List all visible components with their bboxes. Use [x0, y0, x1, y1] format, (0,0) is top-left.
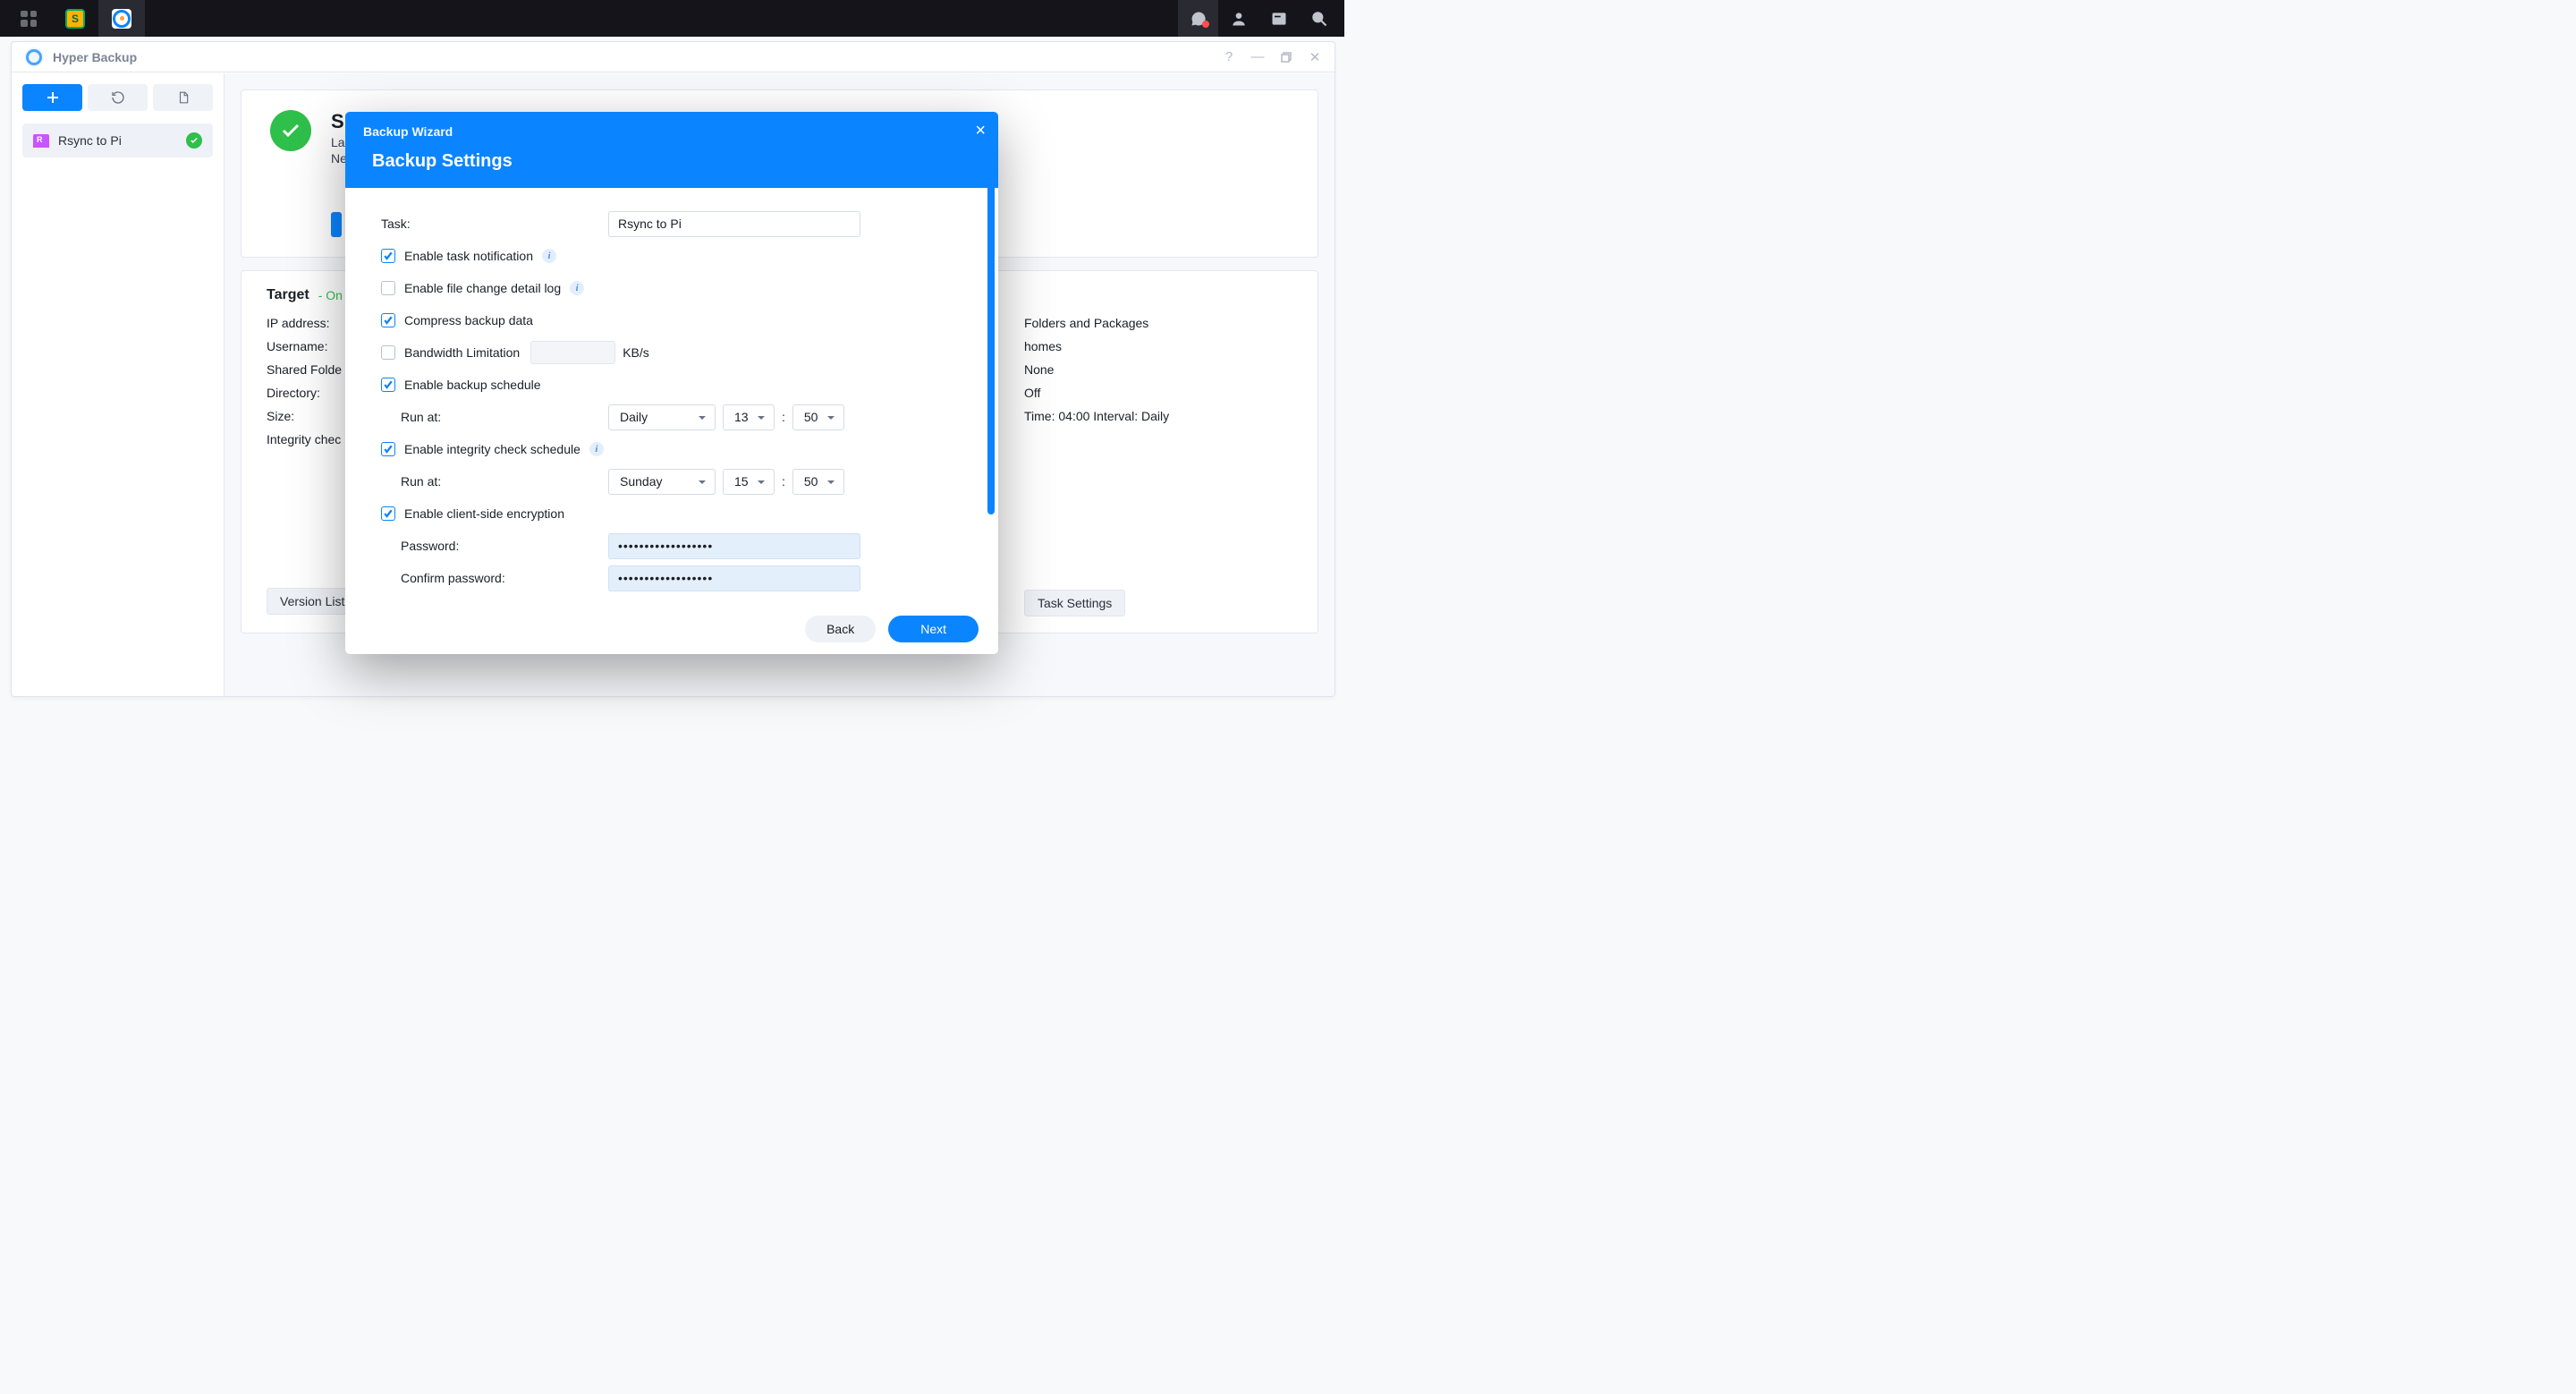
- hyperbackup-logo-icon: [24, 47, 44, 67]
- help-icon[interactable]: ?: [1222, 50, 1236, 64]
- enable-notification-checkbox[interactable]: [381, 249, 395, 263]
- status-ok-large-icon: [270, 110, 311, 151]
- dialog-body: Task: Enable task notification i Enable …: [345, 188, 998, 604]
- next-button[interactable]: Next: [888, 616, 979, 642]
- homes-value: homes: [1024, 339, 1292, 353]
- task-settings-button[interactable]: Task Settings: [1024, 590, 1125, 616]
- user-icon[interactable]: [1218, 0, 1258, 37]
- info-icon[interactable]: i: [542, 249, 556, 263]
- bandwidth-input[interactable]: [530, 341, 615, 364]
- enable-notification-label: Enable task notification: [404, 249, 533, 263]
- confirm-password-label: Confirm password:: [381, 571, 608, 585]
- backup-now-button[interactable]: [331, 212, 342, 237]
- enable-filelog-checkbox[interactable]: [381, 281, 395, 295]
- close-icon[interactable]: ✕: [1308, 50, 1322, 64]
- schedule-hour-select[interactable]: 13: [723, 404, 775, 430]
- enable-filelog-label: Enable file change detail log: [404, 281, 561, 295]
- sidebar-job-label: Rsync to Pi: [58, 133, 122, 148]
- backup-wizard-dialog: Backup Wizard Backup Settings × Task: En…: [345, 112, 998, 654]
- info-icon[interactable]: i: [589, 442, 604, 456]
- integrity-runat-label: Run at:: [381, 474, 608, 489]
- taskbar-app-hyperbackup[interactable]: [98, 0, 145, 37]
- dialog-title: Backup Settings: [372, 151, 980, 172]
- task-label: Task:: [381, 217, 608, 231]
- runat-label: Run at:: [381, 410, 608, 424]
- sidebar: Rsync to Pi: [12, 73, 225, 696]
- dialog-close-icon[interactable]: ×: [975, 121, 986, 141]
- sidebar-job-item[interactable]: Rsync to Pi: [22, 123, 213, 157]
- bandwidth-label: Bandwidth Limitation: [404, 345, 520, 360]
- folders-packages-value: Folders and Packages: [1024, 316, 1292, 330]
- add-job-button[interactable]: [22, 84, 82, 111]
- info-icon[interactable]: i: [570, 281, 584, 295]
- maximize-icon[interactable]: [1279, 50, 1293, 64]
- dialog-header: Backup Wizard Backup Settings ×: [345, 112, 998, 188]
- time-colon: :: [782, 474, 785, 489]
- password-input[interactable]: [608, 533, 860, 559]
- status-ok-icon: [186, 132, 202, 149]
- enable-integrity-checkbox[interactable]: [381, 442, 395, 456]
- integrity-day-select[interactable]: Sunday: [608, 469, 716, 495]
- minimize-icon[interactable]: —: [1250, 50, 1265, 64]
- wizard-label: Backup Wizard: [363, 124, 980, 139]
- password-label: Password:: [381, 539, 608, 553]
- integrity-hour-select[interactable]: 15: [723, 469, 775, 495]
- online-status: - On: [318, 288, 343, 302]
- os-taskbar: S: [0, 0, 1344, 37]
- enable-schedule-checkbox[interactable]: [381, 378, 395, 392]
- bandwidth-checkbox[interactable]: [381, 345, 395, 360]
- schedule-minute-select[interactable]: 50: [792, 404, 844, 430]
- compress-checkbox[interactable]: [381, 313, 395, 327]
- search-icon[interactable]: [1299, 0, 1339, 37]
- window-title: Hyper Backup: [53, 50, 137, 64]
- compress-label: Compress backup data: [404, 313, 533, 327]
- schedule-value: Time: 04:00 Interval: Daily: [1024, 409, 1292, 423]
- last-run-label: La: [331, 135, 345, 149]
- restore-button[interactable]: [88, 84, 148, 111]
- taskbar-app-store[interactable]: S: [52, 0, 98, 37]
- apps-grid-icon[interactable]: [5, 0, 52, 37]
- enable-integrity-label: Enable integrity check schedule: [404, 442, 580, 456]
- time-colon: :: [782, 410, 785, 424]
- panel-icon[interactable]: [1258, 0, 1299, 37]
- schedule-frequency-select[interactable]: Daily: [608, 404, 716, 430]
- off-value: Off: [1024, 386, 1292, 400]
- bandwidth-unit: KB/s: [623, 345, 649, 360]
- integrity-minute-select[interactable]: 50: [792, 469, 844, 495]
- enable-schedule-label: Enable backup schedule: [404, 378, 541, 392]
- dialog-footer: Back Next: [345, 604, 998, 654]
- none-value: None: [1024, 362, 1292, 377]
- document-button[interactable]: [153, 84, 213, 111]
- back-button[interactable]: Back: [805, 616, 876, 642]
- enable-encryption-label: Enable client-side encryption: [404, 506, 564, 521]
- target-heading: Target: [267, 287, 309, 303]
- chat-icon[interactable]: [1178, 0, 1218, 37]
- confirm-password-input[interactable]: [608, 565, 860, 591]
- rsync-folder-icon: [33, 134, 49, 148]
- window-titlebar: Hyper Backup ? — ✕: [12, 42, 1335, 72]
- enable-encryption-checkbox[interactable]: [381, 506, 395, 521]
- task-input[interactable]: [608, 211, 860, 237]
